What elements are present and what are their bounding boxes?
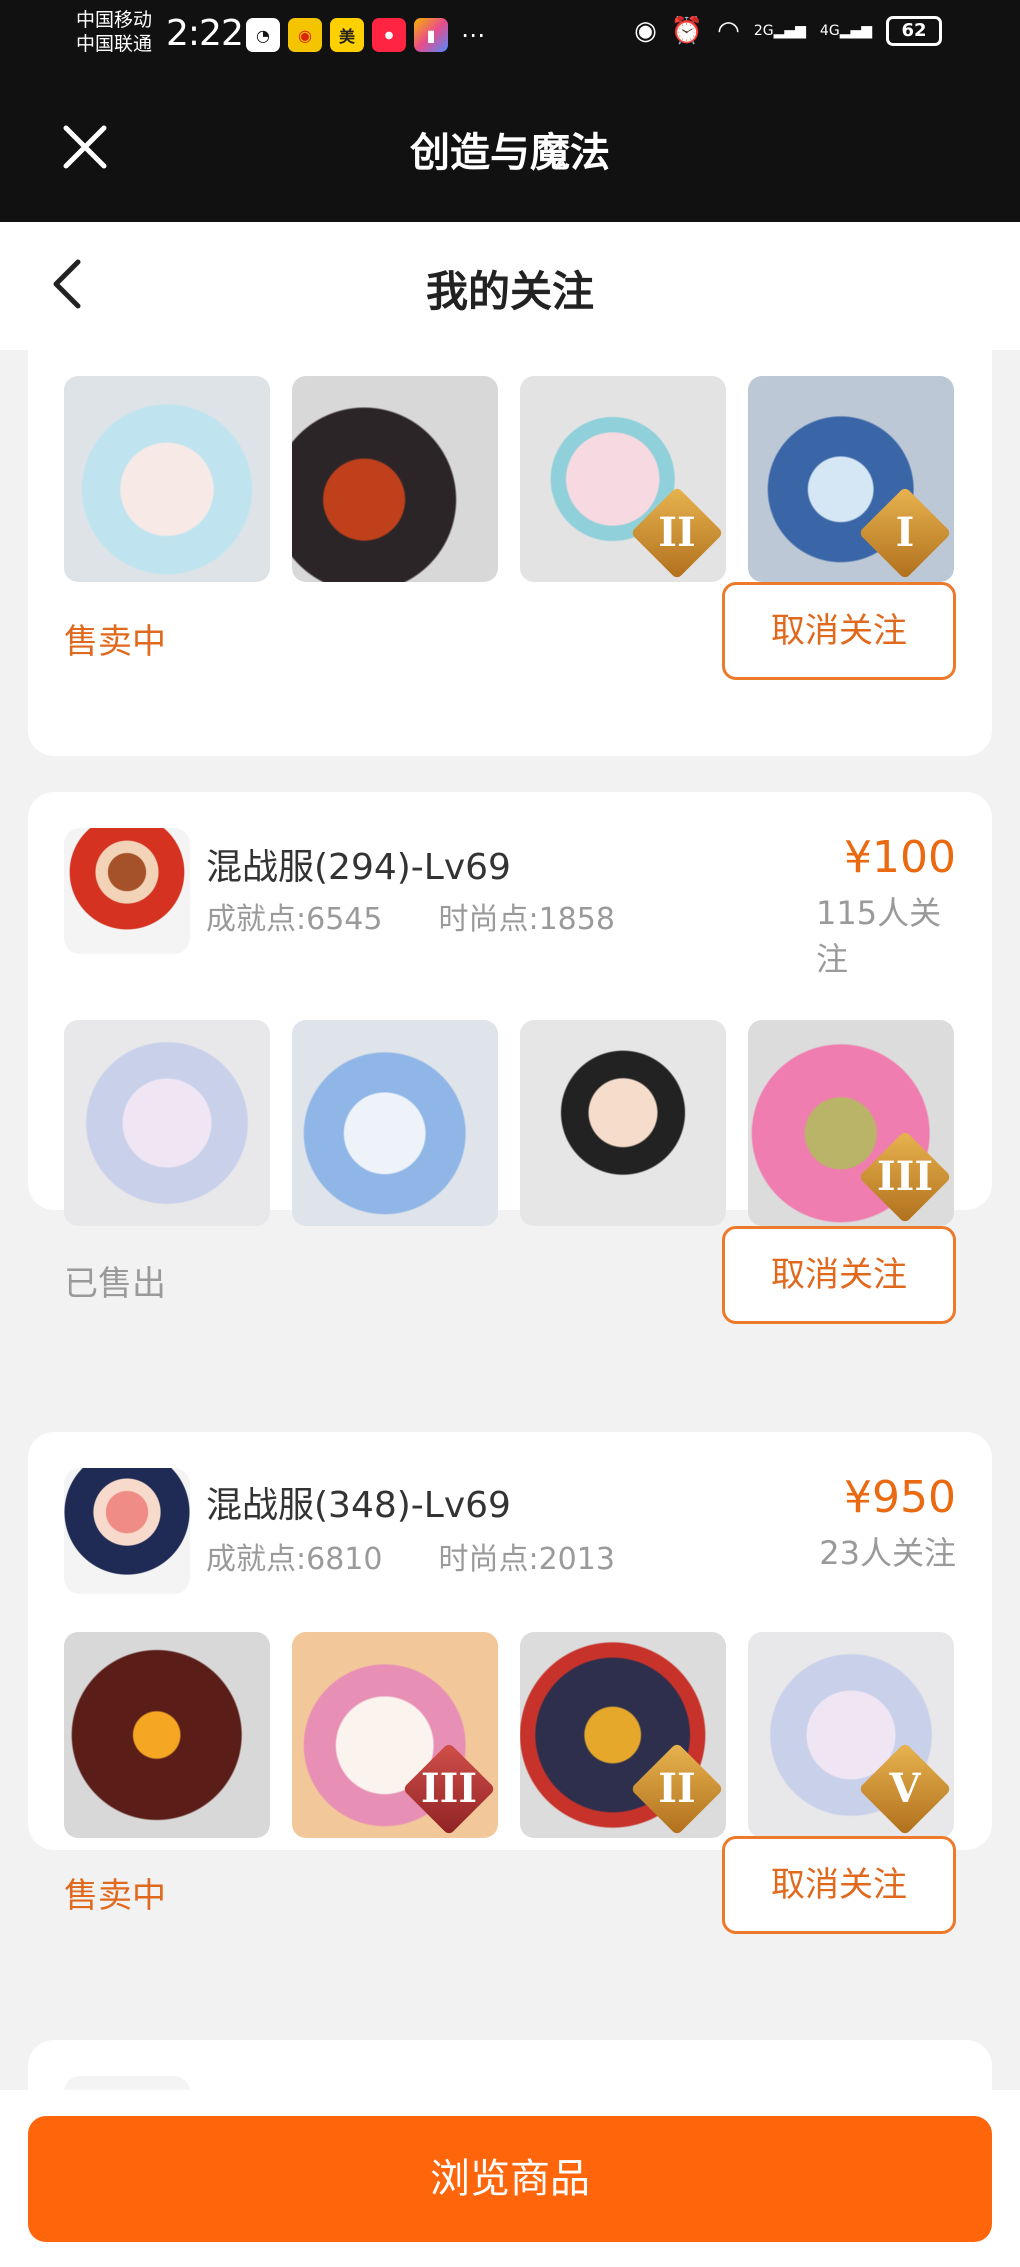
tier-badge: II <box>630 1742 724 1836</box>
white-unicorn-mount-icon[interactable]: III <box>292 1632 498 1838</box>
carrier-1: 中国移动 <box>76 9 153 31</box>
followed-card <box>28 2040 992 2090</box>
tier-badge: III <box>858 1130 952 1224</box>
status-bar: 中国移动 中国联通 2:22 ◔ ◉ 美 ● ▮ ⋯ ◉ ⏰ ◠ 2G▂▄▆ 4… <box>0 0 1020 68</box>
price: ¥950 <box>844 1472 956 1523</box>
notification-icons: ◔ ◉ 美 ● ▮ ⋯ <box>246 18 490 52</box>
tier-badge: V <box>858 1742 952 1836</box>
colorful-app-icon: ▮ <box>414 18 448 52</box>
followed-card: II I 售卖中 取消关注 <box>28 350 992 756</box>
server-level: 混战服(348)-Lv69 <box>206 1485 511 1526</box>
follower-count: 23人关注 <box>819 1534 956 1572</box>
tier-label: V <box>889 1765 921 1812</box>
followed-list[interactable]: II I 售卖中 取消关注 混战服(294)-Lv69 成就点:6545 时尚点:… <box>0 350 1020 2090</box>
network-2-label: 4G <box>819 23 840 39</box>
followed-card: 混战服(348)-Lv69 成就点:6810 时尚点:2013 ¥950 23人关… <box>28 1432 992 1934</box>
avatar[interactable] <box>64 1468 190 1594</box>
app-notification-icon: ◔ <box>246 18 280 52</box>
unfollow-button[interactable]: 取消关注 <box>722 1226 956 1324</box>
avatar[interactable] <box>64 828 190 954</box>
signal-4g-icon: 4G▂▄▆ <box>819 23 872 39</box>
signal-2g-icon: 2G▂▄▆ <box>753 23 806 39</box>
court-lady-pet-icon[interactable] <box>520 1020 726 1226</box>
tier-label: II <box>658 509 696 556</box>
blue-tiger-mount-icon[interactable]: I <box>748 376 954 582</box>
tier-label: I <box>895 509 915 556</box>
white-spirit-pet-icon[interactable]: V <box>748 1632 954 1838</box>
fashion-points: 时尚点:1858 <box>438 902 615 937</box>
sale-status: 已售出 <box>64 1264 166 1304</box>
price: ¥100 <box>844 832 956 883</box>
browse-products-button[interactable]: 浏览商品 <box>28 2116 992 2242</box>
wifi-icon: ◠ <box>717 16 740 46</box>
tier-badge: III <box>402 1742 496 1836</box>
tier-badge: I <box>858 486 952 580</box>
bottom-bar: 浏览商品 <box>0 2090 1020 2267</box>
sale-status: 售卖中 <box>64 1876 166 1916</box>
character-stats: 成就点:6810 时尚点:2013 <box>206 1534 615 1578</box>
page-navbar: 我的关注 <box>0 222 1020 350</box>
character-stats: 成就点:6545 时尚点:1858 <box>206 894 615 938</box>
network-1-label: 2G <box>753 23 774 39</box>
pink-rabbit-pet-icon[interactable]: II <box>520 376 726 582</box>
page-title: 我的关注 <box>425 267 594 316</box>
item-thumbnails: III <box>64 1020 954 1226</box>
fashion-points: 时尚点:2013 <box>438 1542 615 1577</box>
white-spirit-pet-icon[interactable] <box>64 1020 270 1226</box>
follower-count: 115人关注 <box>816 894 942 978</box>
gold-dragon-mount-icon[interactable]: II <box>520 1632 726 1838</box>
unfollow-button[interactable]: 取消关注 <box>722 1836 956 1934</box>
clock: 2:22 <box>166 13 244 54</box>
fire-dragon-mount-icon[interactable] <box>64 1632 270 1838</box>
system-icons: ◉ ⏰ ◠ 2G▂▄▆ 4G▂▄▆ 62 <box>634 16 942 46</box>
meituan-icon: 美 <box>330 18 364 52</box>
unfollow-button[interactable]: 取消关注 <box>722 582 956 680</box>
carrier-info: 中国移动 中国联通 <box>76 8 152 56</box>
tier-badge: II <box>630 486 724 580</box>
app-title: 创造与魔法 <box>410 130 610 176</box>
server-level: 混战服(294)-Lv69 <box>206 847 511 888</box>
eye-icon: ◉ <box>634 16 657 46</box>
more-notifications-icon: ⋯ <box>461 21 485 49</box>
app-header: 创造与魔法 <box>0 68 1020 222</box>
xiaohongshu-icon: ● <box>372 18 406 52</box>
alarm-icon: ⏰ <box>670 16 704 46</box>
item-thumbnails: II I <box>64 376 954 582</box>
tier-label: III <box>876 1153 934 1200</box>
achievement-points: 成就点:6810 <box>206 1542 383 1577</box>
avatar[interactable] <box>64 2076 190 2090</box>
achievement-points: 成就点:6545 <box>206 902 383 937</box>
carrier-2: 中国联通 <box>76 33 153 55</box>
cloud-girl-pet-icon[interactable] <box>64 376 270 582</box>
ghost-horse-mount-icon[interactable] <box>292 1020 498 1226</box>
item-thumbnails: III II V <box>64 1632 954 1838</box>
battery-icon: 62 <box>886 16 942 46</box>
sale-status: 售卖中 <box>64 622 166 662</box>
tier-label: III <box>420 1765 478 1812</box>
pink-bear-pet-icon[interactable]: III <box>748 1020 954 1226</box>
black-goat-mount-icon[interactable] <box>292 376 498 582</box>
weibo-icon: ◉ <box>288 18 322 52</box>
followed-card: 混战服(294)-Lv69 成就点:6545 时尚点:1858 ¥100 115人… <box>28 792 992 1324</box>
tier-label: II <box>658 1765 696 1812</box>
